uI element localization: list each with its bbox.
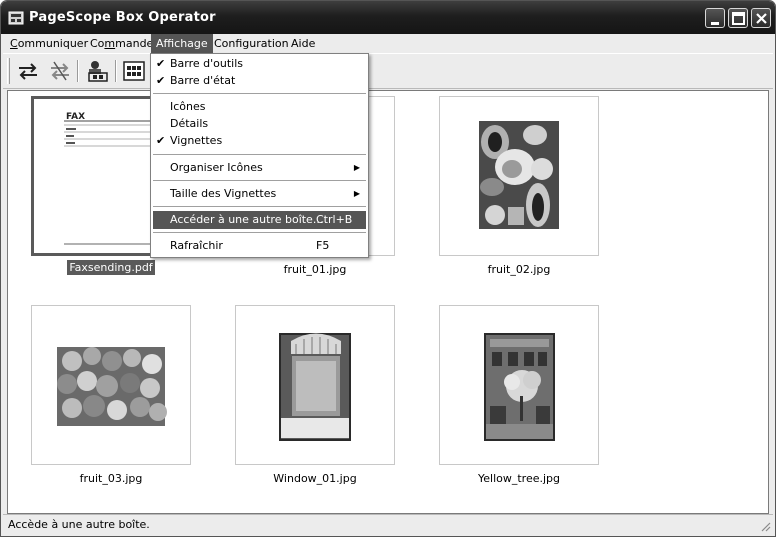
yellow-tree-photo	[484, 333, 555, 441]
menu-configuration[interactable]: Configuration	[209, 34, 294, 53]
close-button[interactable]	[751, 8, 771, 28]
box-settings-icon	[88, 61, 108, 82]
view-menu-dropdown: ✔ Barre d'outils ✔ Barre d'état Icônes D…	[150, 53, 369, 258]
thumbnail-fruit-02[interactable]	[439, 96, 599, 256]
file-name[interactable]: Yellow_tree.jpg	[429, 472, 609, 485]
file-view[interactable]: FAX Faxsending.pdf fruit_01.jpg fruit_02…	[7, 90, 769, 514]
title-bar[interactable]: PageScope Box Operator	[1, 1, 775, 34]
fruit-platter-photo	[479, 121, 559, 229]
transfer-icon	[19, 63, 37, 80]
menu-separator	[153, 93, 366, 95]
menu-separator	[153, 206, 366, 208]
fruit-pile-photo	[57, 347, 167, 426]
app-icon	[8, 11, 24, 25]
file-name[interactable]: fruit_02.jpg	[429, 263, 609, 276]
toolbar-separator	[77, 60, 79, 82]
window-title: PageScope Box Operator	[29, 10, 216, 25]
menu-item-thumbnail-size[interactable]: Taille des Vignettes ▶	[153, 185, 366, 203]
toolbar-separator	[115, 60, 117, 82]
menu-item-statusbar[interactable]: ✔ Barre d'état	[153, 72, 366, 90]
check-icon: ✔	[156, 74, 166, 87]
submenu-arrow-icon: ▶	[353, 163, 360, 172]
menu-item-go-to-box[interactable]: Accéder à une autre boîte... Ctrl+B	[153, 211, 366, 229]
menu-item-arrange-icons[interactable]: Organiser Icônes ▶	[153, 159, 366, 177]
file-name[interactable]: fruit_03.jpg	[21, 472, 201, 485]
thumbnail-view-icon	[123, 61, 145, 81]
menu-separator	[153, 232, 366, 234]
status-text: Accède à une autre boîte.	[8, 518, 150, 531]
menu-separator	[153, 180, 366, 182]
menu-communiquer[interactable]: Communiquer	[5, 34, 93, 53]
menu-separator	[153, 154, 366, 156]
thumbnail-view-button[interactable]	[121, 59, 147, 83]
file-name[interactable]: Faxsending.pdf	[21, 259, 201, 276]
file-name[interactable]: fruit_01.jpg	[225, 263, 405, 276]
thumbnail-fruit-03[interactable]	[31, 305, 191, 465]
close-icon	[756, 13, 767, 24]
disconnect-button[interactable]	[47, 59, 73, 83]
submenu-arrow-icon: ▶	[353, 189, 360, 198]
toolbar-grip[interactable]	[7, 58, 10, 84]
minimize-icon	[711, 22, 719, 25]
box-settings-button[interactable]	[85, 59, 111, 83]
transfer-button[interactable]	[15, 59, 41, 83]
toolbar	[3, 53, 773, 89]
menu-item-toolbar[interactable]: ✔ Barre d'outils	[153, 55, 366, 73]
maximize-button[interactable]	[728, 8, 748, 28]
menu-item-icons[interactable]: Icônes	[153, 98, 366, 116]
menu-item-thumbnails[interactable]: ✔ Vignettes	[153, 132, 366, 150]
file-name[interactable]: Window_01.jpg	[225, 472, 405, 485]
menu-item-refresh[interactable]: Rafraîchir F5	[153, 237, 366, 255]
status-bar: Accède à une autre boîte.	[3, 514, 773, 534]
check-icon: ✔	[156, 134, 166, 147]
menu-commande[interactable]: Commande	[85, 34, 158, 53]
menu-aide[interactable]: Aide	[286, 34, 320, 53]
window-photo	[279, 333, 351, 441]
check-icon: ✔	[156, 57, 166, 70]
disconnect-icon	[51, 61, 69, 81]
maximize-icon	[732, 12, 745, 25]
thumbnail-yellow-tree[interactable]	[439, 305, 599, 465]
menu-item-details[interactable]: Détails	[153, 115, 366, 133]
minimize-button[interactable]	[705, 8, 725, 28]
thumbnail-window-01[interactable]	[235, 305, 395, 465]
menu-bar: Communiquer Commande Affichage Configura…	[3, 34, 773, 53]
resize-grip-icon[interactable]	[759, 520, 771, 532]
menu-affichage[interactable]: Affichage	[151, 34, 213, 53]
app-window: PageScope Box Operator Communiquer Comma…	[0, 0, 776, 537]
